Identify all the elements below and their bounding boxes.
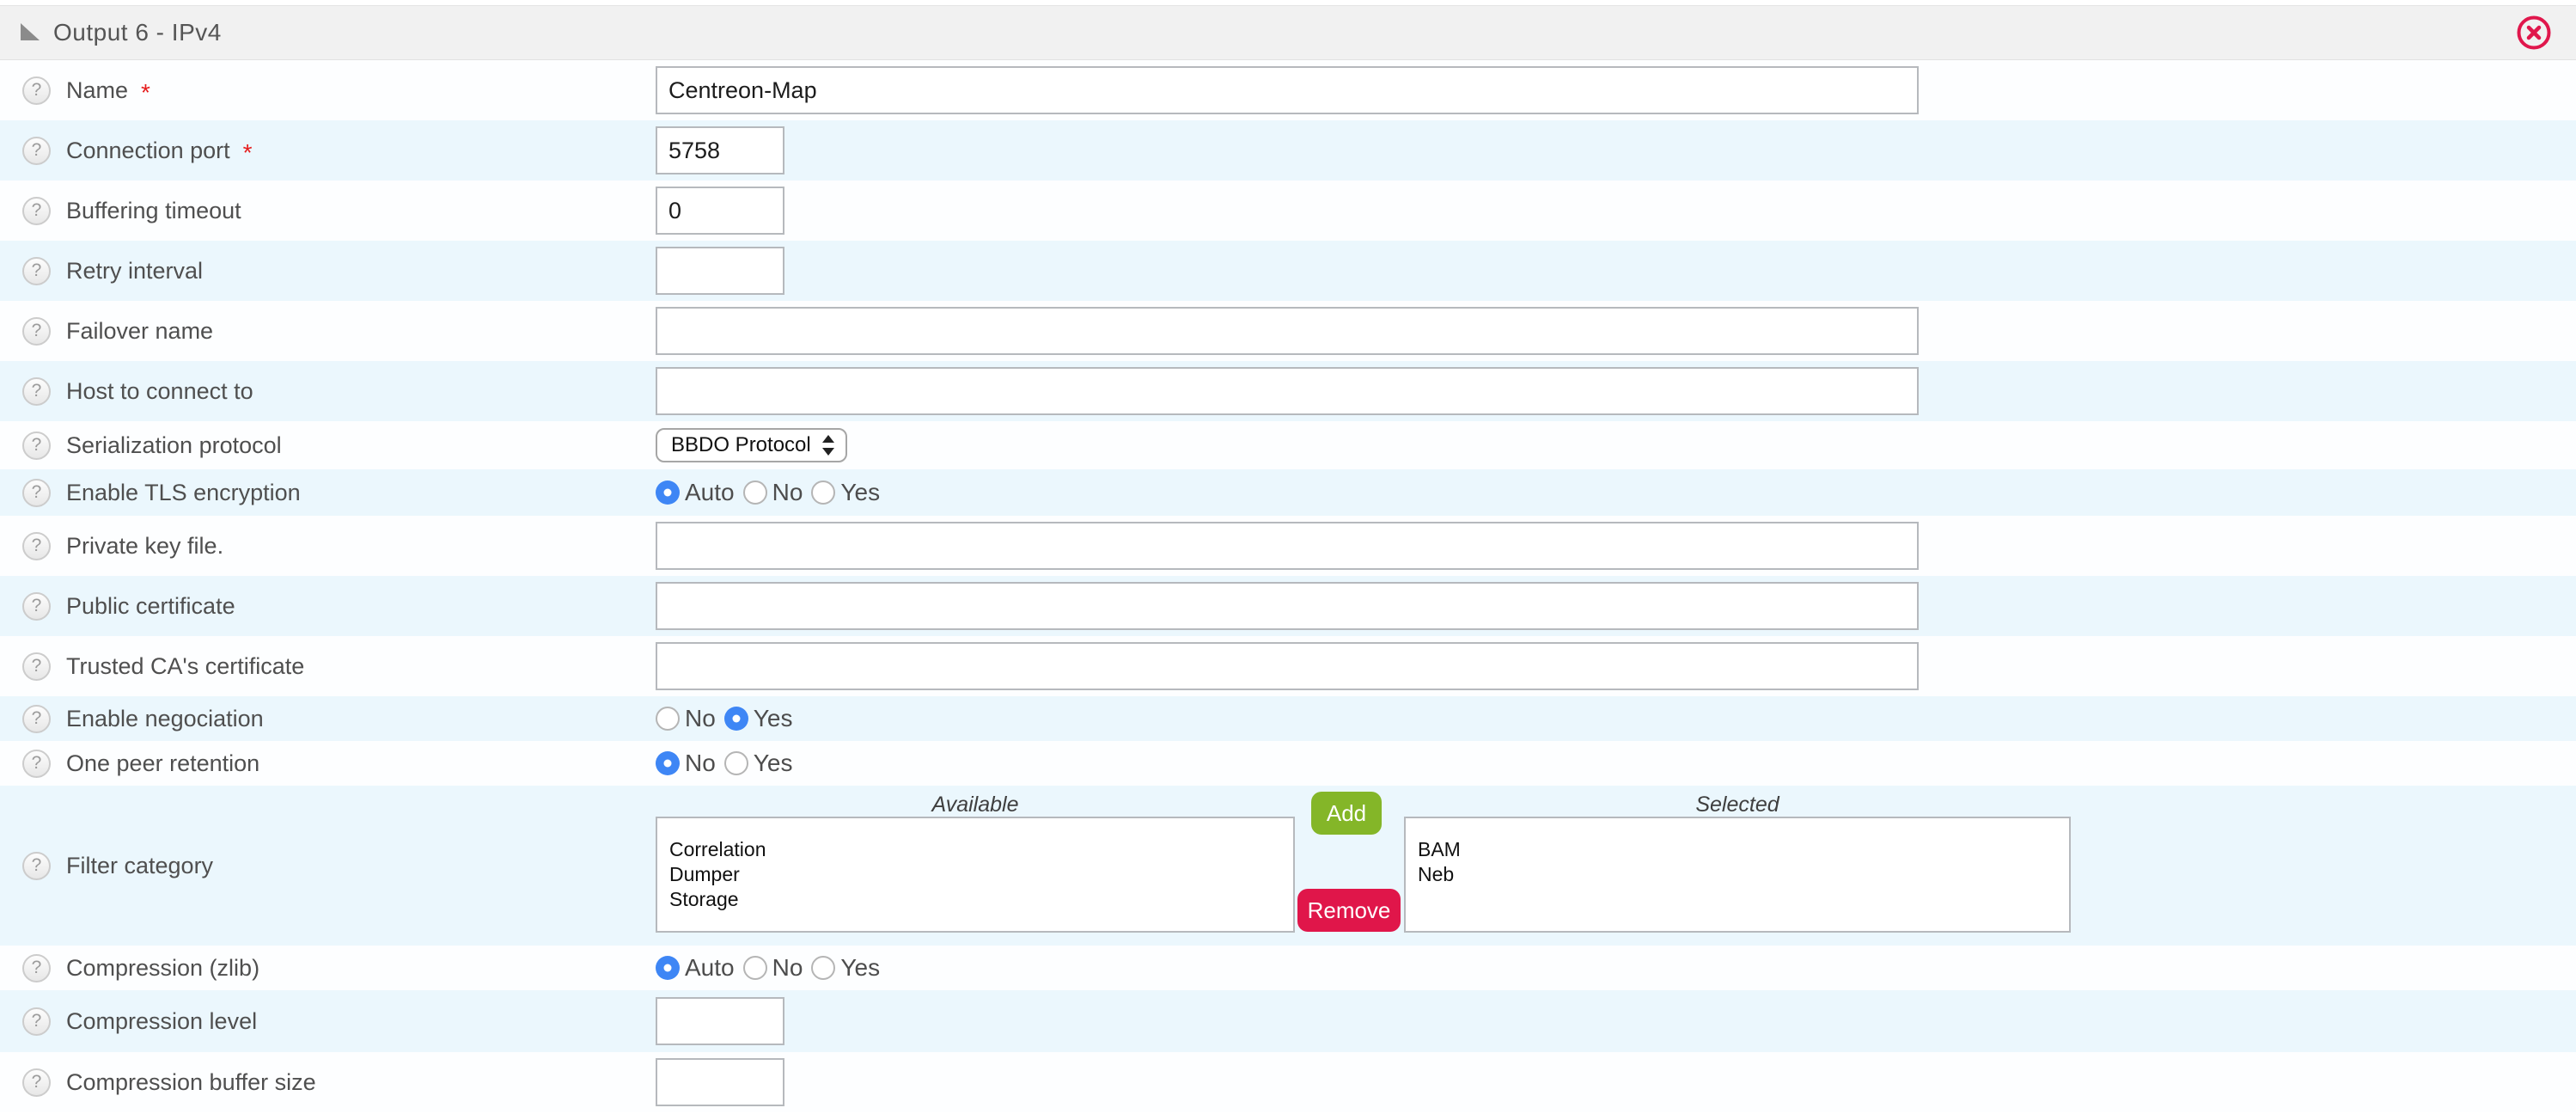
help-icon[interactable]: ? [22,197,51,225]
list-option[interactable]: Dumper [669,862,1293,887]
help-icon[interactable]: ? [22,77,51,105]
section-title: Output 6 - IPv4 [53,19,222,46]
form-row-trusted-ca: ? Trusted CA's certificate [0,636,2576,696]
list-option[interactable]: Neb [1418,862,2069,887]
help-icon[interactable]: ? [22,750,51,778]
help-icon[interactable]: ? [22,592,51,621]
tls-radio-group: Auto No Yes [656,479,2576,506]
selected-label: Selected [1404,793,2071,817]
form-row-serialization-protocol: ? Serialization protocol BBDO Protocol [0,421,2576,469]
field-label: Connection port [66,138,230,164]
help-icon[interactable]: ? [22,432,51,460]
radio-yes[interactable] [724,707,748,731]
connection-port-input[interactable] [656,126,784,174]
form-row-connection-port: ? Connection port * [0,120,2576,181]
field-label: Private key file. [66,533,223,560]
required-asterisk: * [141,79,150,107]
form-row-host: ? Host to connect to [0,361,2576,421]
form-row-negotiation: ? Enable negociation No Yes [0,696,2576,741]
failover-name-input[interactable] [656,307,1919,355]
field-label: Compression (zlib) [66,955,259,982]
help-icon[interactable]: ? [22,317,51,346]
form-row-compression-level: ? Compression level [0,990,2576,1052]
field-label: Compression level [66,1008,257,1035]
form-row-buffering-timeout: ? Buffering timeout [0,181,2576,241]
public-certificate-input[interactable] [656,582,1919,630]
radio-no[interactable] [743,956,767,980]
form-row-name: ? Name * [0,60,2576,120]
section-header[interactable]: Output 6 - IPv4 [0,5,2576,60]
retry-interval-input[interactable] [656,247,784,295]
collapse-triangle-icon[interactable] [19,21,41,44]
radio-yes[interactable] [811,956,835,980]
field-label: Serialization protocol [66,432,282,459]
form-row-public-certificate: ? Public certificate [0,576,2576,636]
form-row-private-key: ? Private key file. [0,516,2576,576]
radio-no[interactable] [656,751,680,775]
radio-yes[interactable] [811,480,835,505]
remove-button[interactable]: Remove [1297,889,1401,932]
form-row-failover-name: ? Failover name [0,301,2576,361]
form-row-compression: ? Compression (zlib) Auto No Yes [0,946,2576,990]
close-icon[interactable] [2514,13,2554,52]
form-row-filter-category: ? Filter category Available Selected Cor… [0,786,2576,946]
field-label: Name [66,77,128,104]
help-icon[interactable]: ? [22,257,51,285]
list-option[interactable]: BAM [1418,837,2069,862]
help-icon[interactable]: ? [22,1068,51,1097]
list-option[interactable]: Correlation [669,837,1293,862]
field-label: Filter category [66,853,213,879]
help-icon[interactable]: ? [22,705,51,733]
host-input[interactable] [656,367,1919,415]
help-icon[interactable]: ? [22,954,51,982]
buffering-timeout-input[interactable] [656,187,784,235]
filter-selected-list[interactable]: BAM Neb [1404,817,2071,933]
radio-yes[interactable] [724,751,748,775]
one-peer-radio-group: No Yes [656,750,2576,777]
compression-level-input[interactable] [656,997,784,1045]
field-label: Enable TLS encryption [66,480,301,506]
select-arrows-icon [821,434,835,456]
filter-available-list[interactable]: Correlation Dumper Storage [656,817,1295,933]
form-row-tls-encryption: ? Enable TLS encryption Auto No Yes [0,469,2576,516]
field-label: Buffering timeout [66,198,241,224]
private-key-input[interactable] [656,522,1919,570]
help-icon[interactable]: ? [22,532,51,560]
select-value: BBDO Protocol [671,433,811,457]
add-button[interactable]: Add [1311,792,1382,835]
form-row-retry-interval: ? Retry interval [0,241,2576,301]
list-option[interactable]: Storage [669,887,1293,912]
radio-auto[interactable] [656,956,680,980]
name-input[interactable] [656,66,1919,114]
help-icon[interactable]: ? [22,652,51,681]
negotiation-radio-group: No Yes [656,705,2576,732]
field-label: Retry interval [66,258,203,285]
radio-auto[interactable] [656,480,680,505]
field-label: Trusted CA's certificate [66,653,304,680]
radio-no[interactable] [656,707,680,731]
form-row-one-peer-retention: ? One peer retention No Yes [0,741,2576,786]
compression-buffer-input[interactable] [656,1058,784,1106]
available-label: Available [656,793,1295,817]
form-row-compression-buffer-size: ? Compression buffer size [0,1052,2576,1112]
help-icon[interactable]: ? [22,1007,51,1036]
field-label: Compression buffer size [66,1069,316,1096]
trusted-ca-input[interactable] [656,642,1919,690]
help-icon[interactable]: ? [22,479,51,507]
help-icon[interactable]: ? [22,377,51,406]
field-label: Host to connect to [66,378,253,405]
field-label: One peer retention [66,750,259,777]
help-icon[interactable]: ? [22,137,51,165]
radio-no[interactable] [743,480,767,505]
field-label: Failover name [66,318,213,345]
field-label: Enable negociation [66,706,264,732]
field-label: Public certificate [66,593,235,620]
help-icon[interactable]: ? [22,852,51,880]
compression-radio-group: Auto No Yes [656,954,2576,982]
serialization-protocol-select[interactable]: BBDO Protocol [656,428,847,462]
required-asterisk: * [243,139,253,167]
